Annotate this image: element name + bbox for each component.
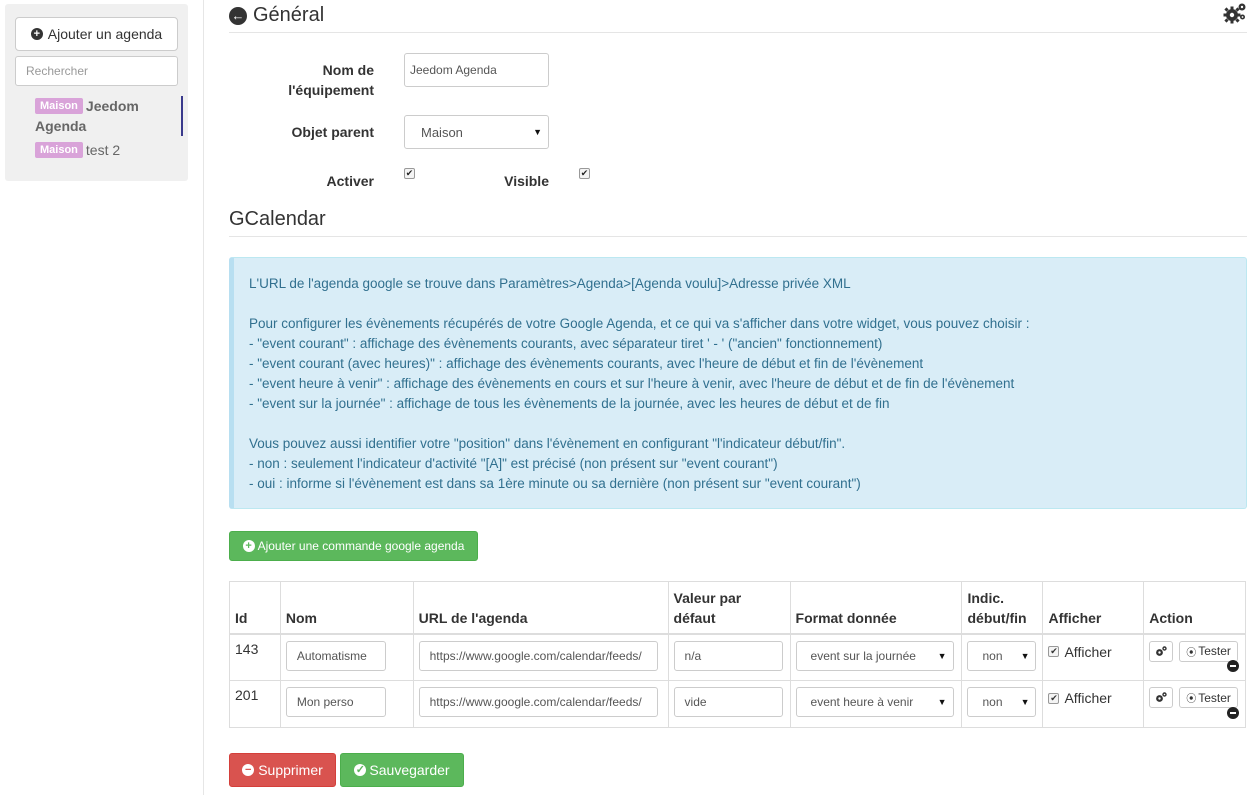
- cmd-afficher: ✔ Afficher: [1048, 690, 1138, 706]
- general-title-text: Général: [253, 4, 325, 26]
- cmd-format-select[interactable]: event sur la journée ▼: [795, 640, 954, 671]
- col-id: Id: [229, 581, 281, 635]
- info-text: - non : seulement l'indicateur d'activit…: [249, 456, 778, 471]
- test-button[interactable]: ⦿ Tester: [1179, 687, 1239, 708]
- caret-down-icon: ▼: [1020, 697, 1030, 707]
- afficher-checkbox[interactable]: ✔: [1048, 692, 1060, 704]
- cmd-indic-value: non: [982, 695, 1003, 709]
- test-label: Tester: [1198, 644, 1231, 658]
- info-alert: L'URL de l'agenda google se trouve dans …: [229, 257, 1247, 509]
- equipment-list: Maison Jeedom Agenda Maison test 2: [35, 96, 183, 158]
- cmd-default-value-input[interactable]: vide: [673, 687, 783, 717]
- plus-circle-icon: +: [30, 28, 43, 40]
- configure-button[interactable]: [1149, 640, 1174, 662]
- info-text: - "event heure à venir" : affichage des …: [249, 376, 1015, 391]
- sidebar: + Ajouter un agenda MaisonJeedom Agenda …: [5, 4, 188, 181]
- info-text: L'URL de l'agenda google se trouve dans …: [249, 276, 851, 291]
- sidebar-divider: [203, 0, 204, 795]
- cmd-name-input[interactable]: Mon perso: [285, 687, 386, 717]
- test-button[interactable]: ⦿ Tester: [1179, 640, 1239, 662]
- gears-icon: [1156, 645, 1167, 656]
- col-format: Format donnée: [789, 581, 963, 635]
- equipment-name-label: Nom de l'équipement: [288, 62, 374, 98]
- col-indic: Indic. début/fin: [961, 581, 1044, 635]
- cmd-name-input[interactable]: Automatisme: [285, 640, 386, 671]
- parent-object-select[interactable]: Maison ▼: [404, 115, 549, 149]
- info-text: - "event sur la journée" : affichage de …: [249, 396, 890, 411]
- cmd-indic-select[interactable]: non ▼: [967, 640, 1037, 671]
- cmd-format-value: event heure à venir: [810, 695, 914, 709]
- cmd-afficher: ✔ Afficher: [1048, 644, 1138, 660]
- info-text: Vous pouvez aussi identifier votre "posi…: [249, 436, 846, 451]
- rss-icon: ⦿: [1186, 647, 1197, 659]
- afficher-checkbox[interactable]: ✔: [1048, 646, 1060, 657]
- add-agenda-label: Ajouter un agenda: [47, 26, 163, 42]
- object-badge: Maison: [35, 142, 83, 158]
- caret-down-icon: ▼: [937, 697, 947, 707]
- col-action: Action: [1143, 581, 1246, 635]
- table-row: 143 Automatisme https://www.google.com/c…: [229, 633, 1246, 681]
- general-section-title: ← Général: [229, 4, 324, 27]
- rss-icon: ⦿: [1186, 694, 1197, 705]
- commands-table: Id Nom URL de l'agenda Valeur par défaut…: [229, 581, 1246, 728]
- delete-label: Supprimer: [258, 762, 323, 778]
- caret-down-icon: ▼: [937, 650, 947, 661]
- equipment-item-jeedom-agenda[interactable]: Maison Jeedom Agenda: [35, 96, 183, 136]
- table-row: 201 Mon perso https://www.google.com/cal…: [229, 680, 1246, 728]
- divider: [229, 236, 1247, 237]
- minus-circle-icon[interactable]: [1227, 707, 1239, 719]
- visible-checkbox[interactable]: ✔: [579, 168, 590, 179]
- table-header-row: Id Nom URL de l'agenda Valeur par défaut…: [229, 581, 1246, 635]
- cmd-id: 143: [229, 633, 281, 681]
- caret-down-icon: ▼: [1020, 650, 1030, 661]
- divider: [229, 32, 1247, 33]
- cmd-indic-value: non: [982, 648, 1003, 663]
- enable-label: Activer: [326, 173, 374, 189]
- info-text: - oui : informe si l'évènement est dans …: [249, 476, 861, 491]
- gears-icon[interactable]: [1223, 2, 1247, 24]
- cmd-id: 201: [229, 680, 281, 728]
- delete-button[interactable]: − Supprimer: [229, 753, 336, 787]
- minus-circle-icon[interactable]: [1227, 660, 1239, 672]
- arrow-left-circle-icon[interactable]: ←: [229, 6, 247, 25]
- check-circle-icon: ✓: [354, 763, 367, 776]
- caret-down-icon: ▼: [533, 127, 542, 137]
- cmd-url-input[interactable]: https://www.google.com/calendar/feeds/: [418, 640, 658, 671]
- equipment-name-field[interactable]: [404, 53, 549, 87]
- cmd-format-select[interactable]: event heure à venir ▼: [795, 687, 954, 717]
- cmd-indic-select[interactable]: non ▼: [967, 687, 1037, 717]
- add-agenda-button[interactable]: + Ajouter un agenda: [15, 17, 178, 51]
- cmd-format-value: event sur la journée: [810, 648, 916, 663]
- info-text: Pour configurer les évènements récupérés…: [249, 316, 1030, 331]
- col-url: URL de l'agenda: [412, 581, 669, 635]
- parent-object-label: Objet parent: [291, 124, 374, 140]
- col-afficher: Afficher: [1042, 581, 1145, 635]
- visible-label: Visible: [504, 173, 549, 189]
- plus-circle-icon: +: [242, 540, 255, 552]
- parent-object-value: Maison: [421, 124, 463, 140]
- test-label: Tester: [1198, 690, 1231, 705]
- equipment-name: test 2: [85, 142, 121, 158]
- equipment-item-test-2[interactable]: Maison test 2: [35, 142, 179, 158]
- save-button[interactable]: ✓ Sauvegarder: [340, 753, 464, 787]
- enable-checkbox[interactable]: ✔: [404, 168, 415, 179]
- search-input[interactable]: [15, 56, 178, 86]
- col-nom: Nom: [279, 581, 414, 635]
- save-label: Sauvegarder: [369, 762, 450, 778]
- info-text: - "event courant" : affichage des évènem…: [249, 336, 883, 351]
- info-text: - "event courant (avec heures)" : affich…: [249, 356, 924, 371]
- col-default-value: Valeur par défaut: [667, 581, 791, 635]
- configure-button[interactable]: [1149, 687, 1174, 708]
- cmd-default-value-input[interactable]: n/a: [673, 640, 783, 671]
- object-badge: Maison: [35, 98, 83, 114]
- gears-icon: [1156, 692, 1167, 702]
- afficher-label: Afficher: [1064, 690, 1112, 706]
- afficher-label: Afficher: [1064, 643, 1112, 660]
- minus-circle-icon: −: [242, 764, 255, 776]
- gcalendar-section-title: GCalendar: [229, 208, 326, 230]
- add-command-label: Ajouter une commande google agenda: [257, 539, 465, 553]
- cmd-url-input[interactable]: https://www.google.com/calendar/feeds/: [418, 687, 658, 717]
- add-command-button[interactable]: + Ajouter une commande google agenda: [229, 531, 478, 561]
